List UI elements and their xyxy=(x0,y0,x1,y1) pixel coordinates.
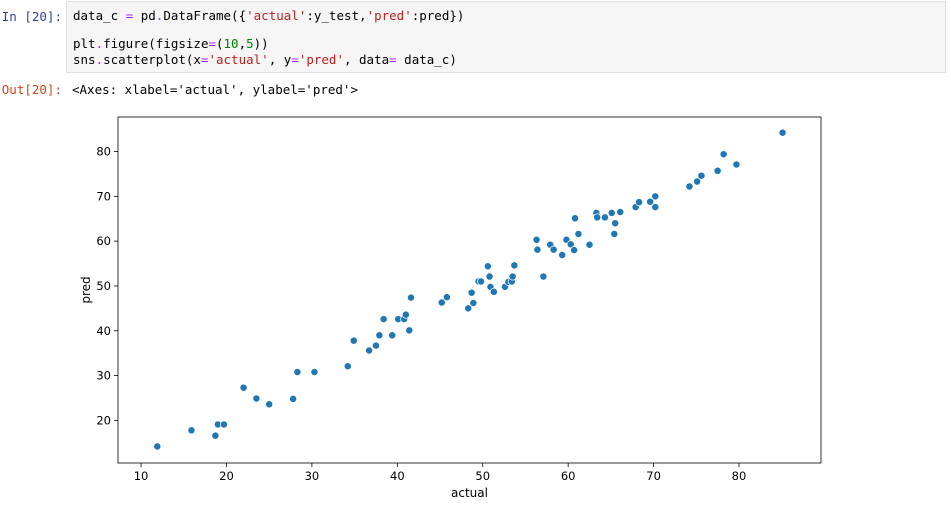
scatter-point xyxy=(211,431,220,440)
scatter-point xyxy=(713,166,722,175)
x-tick-label: 70 xyxy=(646,469,661,483)
scatter-point xyxy=(187,426,196,435)
scatter-point xyxy=(219,420,228,429)
scatter-point xyxy=(293,368,302,376)
scatter-point xyxy=(610,230,619,238)
scatter-point xyxy=(310,368,319,376)
scatter-point xyxy=(532,235,541,244)
scatter-point xyxy=(407,293,415,302)
scatter-point xyxy=(574,230,583,238)
scatter-point xyxy=(252,394,261,403)
scatter-point xyxy=(442,293,451,302)
x-tick-label: 10 xyxy=(134,469,149,483)
scatter-point xyxy=(349,336,358,345)
scatter-point xyxy=(375,331,384,340)
scatter-point xyxy=(778,128,787,137)
x-tick-label: 80 xyxy=(732,469,747,483)
y-tick-label: 70 xyxy=(96,189,111,203)
scatter-point xyxy=(289,394,298,403)
y-tick-label: 80 xyxy=(96,145,111,159)
y-tick-label: 50 xyxy=(96,279,111,293)
scatter-point xyxy=(153,442,162,451)
scatter-point xyxy=(469,299,478,307)
scatter-point xyxy=(343,362,352,371)
scatter-point xyxy=(388,331,397,340)
scatter-point xyxy=(549,245,558,254)
x-tick-label: 30 xyxy=(305,469,320,483)
scatter-point xyxy=(401,310,410,319)
x-axis-label: actual xyxy=(451,486,488,500)
scatter-point xyxy=(467,288,476,297)
scatter-point xyxy=(365,346,374,355)
scatter-point xyxy=(405,326,414,335)
scatter-point xyxy=(510,261,519,270)
scatter-point xyxy=(593,213,602,222)
scatter-points xyxy=(153,128,787,451)
scatter-point xyxy=(485,272,494,281)
scatter-point xyxy=(616,208,625,216)
scatter-point xyxy=(685,182,694,191)
scatter-point xyxy=(585,240,594,249)
scatter-point xyxy=(611,219,620,228)
scatter-point xyxy=(533,245,542,254)
x-tick-label: 50 xyxy=(475,469,490,483)
scatter-point xyxy=(379,315,388,324)
y-axis-ticks: 20 30 40 50 60 70 80 xyxy=(96,145,118,427)
scatter-point xyxy=(651,192,660,201)
scatter-point xyxy=(635,198,644,207)
scatter-plot: 10 20 30 40 50 60 70 80 20 30 40 50 60 70 80 actual p… xyxy=(79,116,822,500)
x-tick-label: 60 xyxy=(561,469,576,483)
scatter-point xyxy=(570,246,579,255)
y-tick-label: 60 xyxy=(96,234,111,248)
scatter-point xyxy=(265,400,274,409)
scatter-point xyxy=(372,341,380,350)
y-tick-label: 20 xyxy=(96,413,111,427)
scatter-point xyxy=(539,272,548,281)
scatter-point xyxy=(719,150,728,159)
scatter-point xyxy=(571,214,579,223)
y-tick-label: 40 xyxy=(96,324,111,338)
scatter-point xyxy=(239,383,248,392)
scatter-point xyxy=(607,208,616,217)
y-tick-label: 30 xyxy=(96,369,111,383)
y-axis-label: pred xyxy=(79,276,93,303)
x-axis-ticks: 10 20 30 40 50 60 70 80 xyxy=(134,463,747,483)
scatter-point xyxy=(483,262,492,271)
scatter-point xyxy=(489,287,498,296)
scatter-point xyxy=(697,171,706,180)
scatter-point xyxy=(558,251,567,259)
scatter-point xyxy=(732,160,741,169)
scatter-point xyxy=(477,277,485,286)
x-tick-label: 40 xyxy=(390,469,405,483)
scatter-point xyxy=(651,203,660,212)
scatter-point xyxy=(508,272,517,281)
x-tick-label: 20 xyxy=(219,469,234,483)
scatter-point xyxy=(600,213,609,222)
